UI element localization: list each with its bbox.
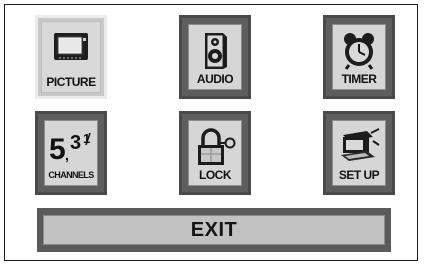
menu-item-audio[interactable]: AUDIO [179, 15, 251, 99]
svg-text:,: , [65, 147, 69, 163]
svg-text:3: 3 [70, 132, 81, 154]
tv-screen-icon [54, 33, 88, 60]
menu-item-audio-face: AUDIO [188, 24, 242, 90]
svg-text:5: 5 [49, 133, 66, 166]
channel-numbers-icon: 5 , 3 1 [49, 131, 91, 166]
setup-device-icon [341, 128, 380, 161]
menu-item-channels[interactable]: 5 , 3 1 CHANNELS [35, 111, 107, 195]
menu-item-picture[interactable]: PICTURE [35, 15, 107, 99]
menu-item-setup-face: SET UP [332, 120, 386, 186]
menu-item-lock-face: LOCK [188, 120, 242, 186]
menu-item-setup[interactable]: SET UP [323, 111, 395, 195]
menu-item-lock[interactable]: LOCK [179, 111, 251, 195]
menu-item-lock-label: LOCK [199, 168, 232, 182]
tv-menu-screen: PICTURE AUDIO TIMER 5 , 3 1 CHANNELS LOC… [4, 4, 418, 261]
menu-item-picture-label: PICTURE [46, 75, 96, 89]
menu-item-channels-face: 5 , 3 1 CHANNELS [44, 120, 98, 186]
menu-item-audio-label: AUDIO [196, 72, 234, 86]
menu-item-timer-face: TIMER [332, 24, 386, 90]
exit-button[interactable]: EXIT [37, 208, 391, 252]
exit-button-label: EXIT [43, 215, 385, 245]
speaker-icon [205, 33, 227, 69]
alarm-clock-icon [344, 33, 374, 70]
menu-grid: PICTURE AUDIO TIMER 5 , 3 1 CHANNELS LOC… [35, 15, 395, 195]
menu-item-timer-label: TIMER [341, 72, 377, 86]
menu-item-channels-label: CHANNELS [48, 170, 94, 180]
menu-item-timer[interactable]: TIMER [323, 15, 395, 99]
menu-item-setup-label: SET UP [338, 168, 380, 182]
padlock-key-icon [198, 128, 236, 165]
menu-item-picture-face: PICTURE [41, 21, 101, 93]
